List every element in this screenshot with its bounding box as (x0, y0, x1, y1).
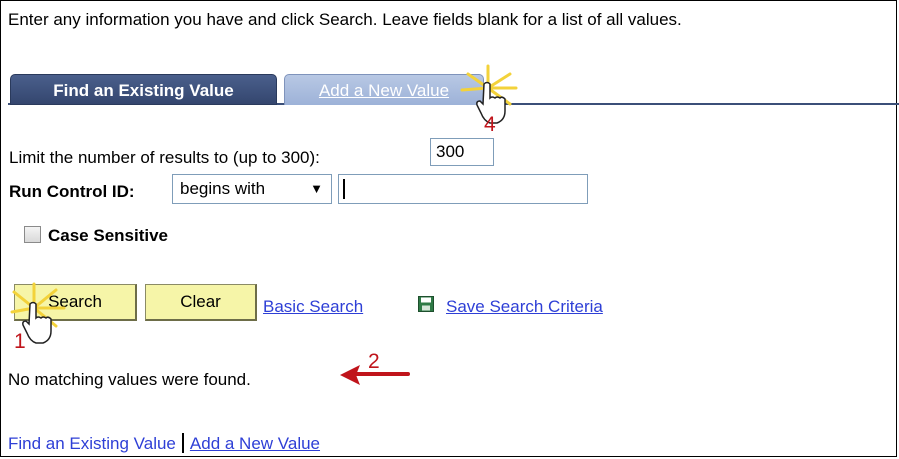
run-control-input[interactable] (338, 174, 588, 204)
chevron-down-icon: ▼ (310, 181, 323, 196)
save-search-criteria-link[interactable]: Save Search Criteria (446, 297, 603, 317)
tab-find-existing-value[interactable]: Find an Existing Value (10, 74, 277, 105)
tab-add-new-value[interactable]: Add a New Value (284, 74, 484, 105)
no-results-message: No matching values were found. (8, 370, 251, 389)
clear-button[interactable]: Clear (145, 284, 257, 321)
limit-results-label: Limit the number of results to (up to 30… (9, 148, 320, 167)
instructions-text: Enter any information you have and click… (8, 10, 682, 29)
run-control-label: Run Control ID: (9, 182, 135, 201)
basic-search-link[interactable]: Basic Search (263, 297, 363, 317)
save-icon[interactable] (418, 296, 434, 312)
bottom-links: Find an Existing Value Add a New Value (8, 433, 320, 454)
bottom-links-separator (181, 433, 184, 453)
case-sensitive-checkbox[interactable] (24, 226, 41, 243)
text-cursor (343, 179, 345, 199)
operator-select[interactable]: begins with ▼ (172, 174, 332, 204)
search-button[interactable]: Search (14, 284, 137, 321)
callout-4: 4 (484, 113, 496, 136)
tab-add-new-value-link[interactable]: Add a New Value (319, 81, 449, 100)
case-sensitive-label: Case Sensitive (48, 226, 169, 245)
bottom-link-find-existing-value[interactable]: Find an Existing Value (8, 434, 176, 453)
callout-2: 2 (368, 350, 380, 373)
callout-1: 1 (14, 330, 26, 353)
limit-results-input[interactable] (430, 138, 494, 166)
bottom-link-add-new-value[interactable]: Add a New Value (190, 434, 320, 453)
operator-select-value: begins with (180, 179, 266, 198)
